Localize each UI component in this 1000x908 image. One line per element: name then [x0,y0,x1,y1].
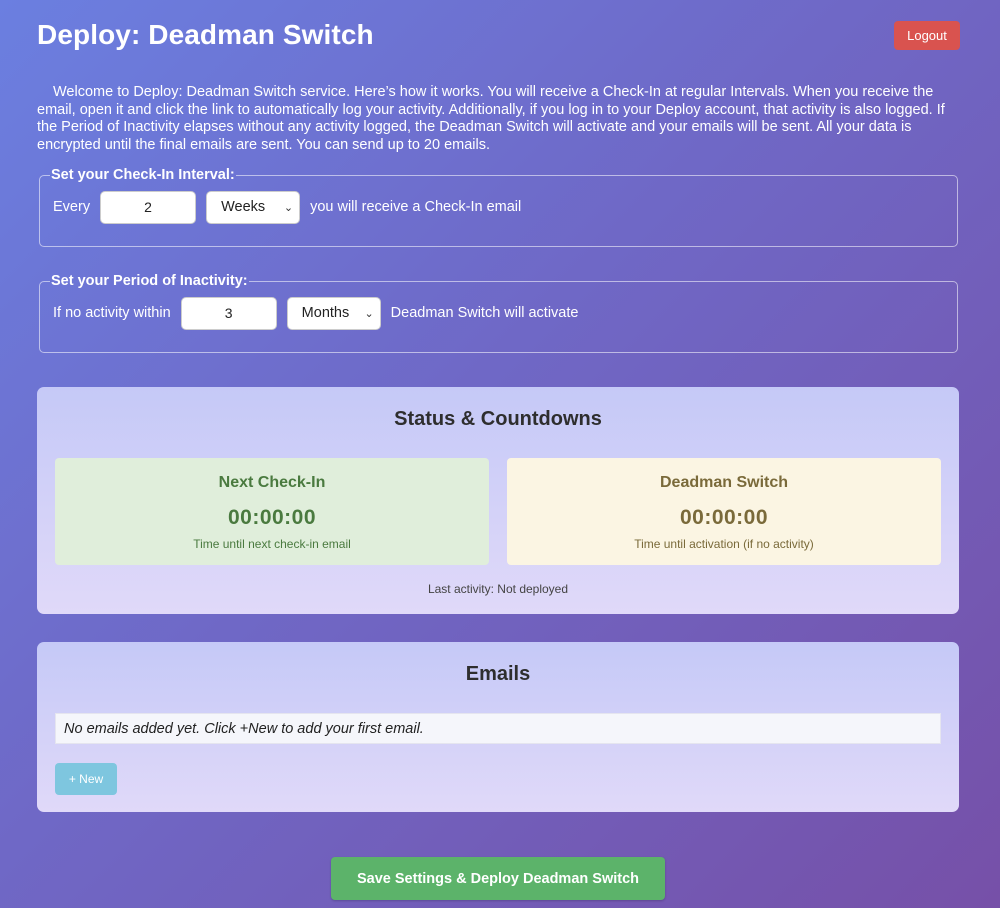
checkin-interval-legend: Set your Check-In Interval: [51,167,235,183]
inactivity-prefix-label: If no activity within [53,305,171,321]
checkin-suffix-label: you will receive a Check-In email [310,199,522,215]
deadman-switch-countdown: 00:00:00 [679,506,769,529]
intro-text: Welcome to Deploy: Deadman Switch servic… [37,84,945,153]
emails-panel: Emails No emails added yet. Click +New t… [37,642,959,812]
inactivity-unit-select[interactable]: Months ⌄ [286,296,381,330]
deadman-switch-card: Deadman Switch 00:00:00 Time until activ… [507,458,941,565]
next-checkin-card: Next Check-In 00:00:00 Time until next c… [55,458,489,565]
chevron-down-icon: ⌄ [283,201,294,214]
last-activity-text: Last activity: Not deployed [427,582,569,596]
checkin-interval-input[interactable] [100,190,197,224]
page-header: Deploy: Deadman Switch Logout [37,18,960,52]
inactivity-unit-value: Months [301,305,350,321]
checkin-unit-value: Weeks [221,199,266,215]
page-title: Deploy: Deadman Switch [37,19,374,50]
logout-button[interactable]: Logout [894,20,960,50]
emails-empty-message: No emails added yet. Click +New to add y… [55,713,941,744]
next-checkin-countdown: 00:00:00 [227,506,317,529]
checkin-unit-select[interactable]: Weeks ⌄ [206,190,301,224]
next-checkin-title: Next Check-In [218,474,326,491]
checkin-interval-row: Every Weeks ⌄ you will receive a Check-I… [53,175,944,239]
checkin-interval-fieldset: Set your Check-In Interval: Every Weeks … [39,167,958,247]
emails-title: Emails [465,663,531,685]
inactivity-suffix-label: Deadman Switch will activate [390,305,579,321]
inactivity-period-row: If no activity within Months ⌄ Deadman S… [53,281,944,345]
deadman-switch-title: Deadman Switch [659,474,789,491]
chevron-down-icon: ⌄ [364,307,374,320]
status-panel: Status & Countdowns Next Check-In 00:00:… [37,387,959,614]
inactivity-period-legend: Set your Period of Inactivity: [51,273,248,289]
inactivity-period-fieldset: Set your Period of Inactivity: If no act… [39,273,958,353]
inactivity-period-input[interactable] [180,296,277,330]
save-deploy-button[interactable]: Save Settings & Deploy Deadman Switch [331,857,665,900]
checkin-prefix-label: Every [53,199,91,215]
next-checkin-subtitle: Time until next check-in email [193,537,351,551]
add-email-button[interactable]: + New [55,763,117,795]
status-title: Status & Countdowns [394,408,602,430]
deadman-switch-subtitle: Time until activation (if no activity) [634,537,814,551]
